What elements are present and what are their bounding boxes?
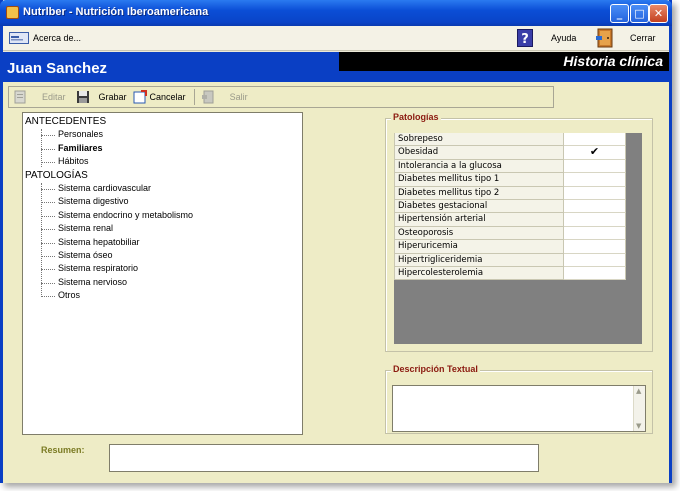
- pathology-checkbox[interactable]: [564, 213, 626, 227]
- help-label: Ayuda: [551, 33, 577, 43]
- patient-name: Juan Sanchez: [7, 60, 108, 77]
- svg-text:?: ?: [521, 32, 529, 47]
- history-tree[interactable]: ANTECEDENTES Personales Familiares Hábit…: [22, 112, 303, 435]
- exit-label: Salir: [229, 92, 248, 102]
- menu-bar: Acerca de... ? Ayuda Cerrar: [3, 26, 669, 51]
- table-row[interactable]: Intolerancia a la glucosa: [394, 159, 626, 174]
- pathology-checkbox[interactable]: [564, 267, 626, 281]
- tree-item-familiares[interactable]: Familiares: [23, 142, 302, 155]
- table-row[interactable]: Obesidad ✔: [394, 146, 626, 160]
- tree-item-renal[interactable]: Sistema renal: [23, 222, 302, 235]
- record-toolbar: Editar Grabar Cancelar Salir: [8, 86, 554, 108]
- tree-item-nervioso[interactable]: Sistema nervioso: [23, 276, 302, 289]
- pathology-label: Diabetes mellitus tipo 1: [394, 173, 564, 187]
- about-label: Acerca de...: [33, 33, 82, 43]
- pathology-label: Diabetes gestacional: [394, 200, 564, 214]
- table-row[interactable]: Hiperuricemia: [394, 240, 626, 254]
- edit-icon: [14, 90, 26, 104]
- exit-icon: [201, 90, 214, 104]
- help-icon: ?: [517, 29, 533, 47]
- save-icon: [76, 91, 89, 103]
- pathology-checkbox[interactable]: [564, 226, 626, 241]
- table-row[interactable]: Sobrepeso: [394, 133, 626, 147]
- tree-item-hepatobiliar[interactable]: Sistema hepatobiliar: [23, 236, 302, 249]
- table-row[interactable]: Diabetes mellitus tipo 1: [394, 173, 626, 187]
- section-title: Historia clínica: [339, 52, 669, 71]
- content-area: Editar Grabar Cancelar Salir ANTECEDENTE…: [3, 82, 669, 483]
- pathology-checkbox[interactable]: [564, 173, 626, 187]
- pathology-checkbox[interactable]: [564, 186, 626, 200]
- pathology-checkbox[interactable]: [564, 133, 626, 147]
- table-row[interactable]: Hipercolesterolemia: [394, 267, 626, 281]
- scroll-down-icon[interactable]: ▼: [636, 422, 641, 430]
- header-band: Juan Sanchez Historia clínica: [3, 52, 669, 82]
- tree-item-personales[interactable]: Personales: [23, 128, 302, 141]
- tree-item-otros[interactable]: Otros: [23, 289, 302, 302]
- table-row[interactable]: Osteoporosis: [394, 226, 626, 241]
- tree-item-endocrino[interactable]: Sistema endocrino y metabolismo: [23, 209, 302, 222]
- pathology-label: Sobrepeso: [394, 133, 564, 147]
- cancel-label: Cancelar: [149, 92, 186, 102]
- pathology-checkbox[interactable]: [564, 159, 626, 174]
- app-icon: [6, 6, 19, 19]
- exit-button[interactable]: Salir: [197, 87, 254, 107]
- door-exit-icon: [596, 28, 613, 48]
- about-button[interactable]: Acerca de...: [9, 26, 81, 50]
- tree-node-antecedentes[interactable]: ANTECEDENTES: [23, 115, 302, 128]
- scroll-up-icon[interactable]: ▲: [636, 387, 641, 395]
- cancel-icon: [133, 90, 147, 104]
- save-label: Grabar: [98, 92, 127, 102]
- tree-item-habitos[interactable]: Hábitos: [23, 155, 302, 168]
- toolbar-separator: [193, 89, 195, 105]
- pathology-checkbox[interactable]: [564, 240, 626, 254]
- window-title: Nutrlber - Nutrición Iberoamericana: [23, 6, 209, 18]
- pathology-label: Obesidad: [394, 146, 564, 160]
- patologias-title: Patologías: [391, 112, 441, 122]
- cancel-button[interactable]: Cancelar: [133, 87, 192, 107]
- tree-item-respiratorio[interactable]: Sistema respiratorio: [23, 262, 302, 275]
- about-icon: [9, 32, 29, 44]
- pathology-label: Hipertrigliceridemia: [394, 253, 564, 267]
- tree-item-digestivo[interactable]: Sistema digestivo: [23, 195, 302, 208]
- close-app-label: Cerrar: [630, 33, 656, 43]
- tree-item-cardiovascular[interactable]: Sistema cardiovascular: [23, 182, 302, 195]
- descripcion-textarea[interactable]: ▲ ▼: [392, 385, 646, 432]
- close-window-button[interactable]: ✕: [649, 4, 668, 23]
- table-row[interactable]: Diabetes mellitus tipo 2: [394, 186, 626, 200]
- edit-label: Editar: [42, 92, 66, 102]
- pathology-checkbox[interactable]: [564, 253, 626, 267]
- descripcion-title: Descripción Textual: [391, 364, 480, 374]
- pathology-checkbox[interactable]: ✔: [564, 146, 626, 160]
- table-row[interactable]: Hipertrigliceridemia: [394, 253, 626, 267]
- pathology-label: Hipercolesterolemia: [394, 267, 564, 281]
- resumen-label: Resumen:: [41, 445, 85, 455]
- tree-node-patologias[interactable]: PATOLOGÍAS: [23, 169, 302, 182]
- table-row[interactable]: Hipertensión arterial: [394, 213, 626, 227]
- pathology-label: Diabetes mellitus tipo 2: [394, 186, 564, 200]
- help-button[interactable]: ? Ayuda: [517, 26, 576, 50]
- resumen-input[interactable]: [109, 444, 539, 472]
- descripcion-group: Descripción Textual ▲ ▼: [385, 364, 653, 434]
- patologias-group: Patologías Sobrepeso Obesidad ✔ Intolera…: [385, 112, 653, 352]
- pathology-label: Osteoporosis: [394, 226, 564, 241]
- pathology-label: Intolerancia a la glucosa: [394, 159, 564, 174]
- app-window: Nutrlber - Nutrición Iberoamericana _ □ …: [0, 0, 672, 483]
- tree-item-oseo[interactable]: Sistema óseo: [23, 249, 302, 262]
- edit-button[interactable]: Editar: [9, 87, 72, 107]
- minimize-button[interactable]: _: [610, 4, 629, 23]
- maximize-button[interactable]: □: [630, 4, 649, 23]
- close-app-button[interactable]: Cerrar: [596, 26, 656, 50]
- patologias-grid[interactable]: Sobrepeso Obesidad ✔ Intolerancia a la g…: [394, 133, 642, 344]
- pathology-label: Hiperuricemia: [394, 240, 564, 254]
- pathology-checkbox[interactable]: [564, 200, 626, 214]
- pathology-label: Hipertensión arterial: [394, 213, 564, 227]
- title-bar[interactable]: Nutrlber - Nutrición Iberoamericana _ □ …: [0, 0, 672, 26]
- table-row[interactable]: Diabetes gestacional: [394, 200, 626, 214]
- descripcion-scrollbar[interactable]: ▲ ▼: [633, 386, 645, 431]
- save-button[interactable]: Grabar: [72, 87, 133, 107]
